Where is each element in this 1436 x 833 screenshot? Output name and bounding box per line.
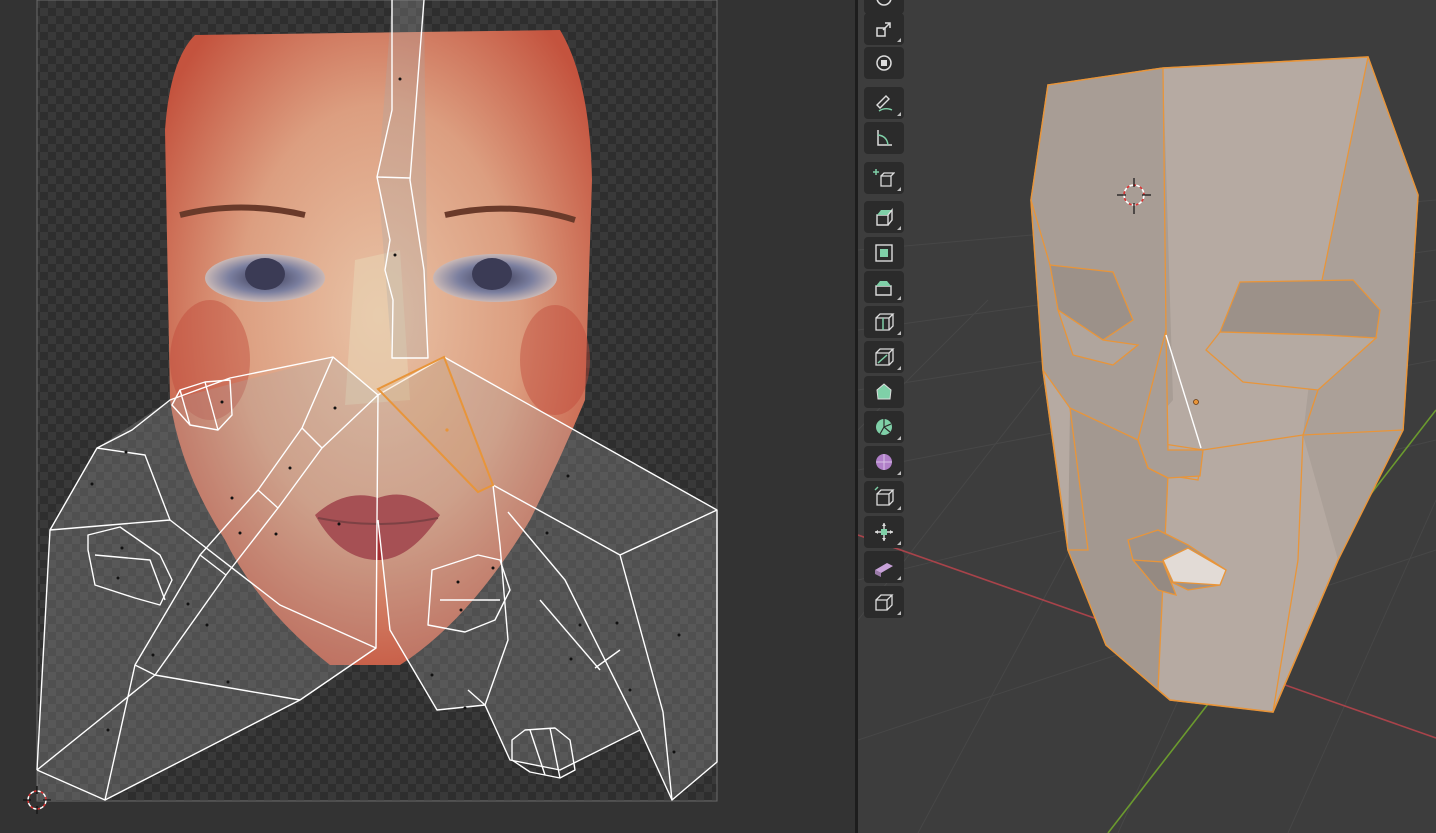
viewport-canvas[interactable] [858, 0, 1436, 833]
scale-tool-button[interactable] [864, 13, 904, 45]
shear-tool-button[interactable] [864, 551, 904, 583]
spin-icon [876, 419, 892, 435]
poly-build-icon [876, 383, 892, 400]
measure-icon [877, 130, 892, 146]
spin-tool-button[interactable] [864, 411, 904, 443]
extrude-region-tool-button[interactable] [864, 201, 904, 233]
bevel-icon [875, 281, 892, 296]
face-center-dot [1193, 399, 1199, 405]
annotate-icon [876, 95, 893, 112]
shear-icon [875, 563, 893, 577]
3d-viewport[interactable] [858, 0, 1436, 833]
scale-icon [876, 22, 891, 37]
inset-faces-icon [875, 244, 893, 262]
transform-tool-button[interactable] [864, 47, 904, 79]
uv-canvas[interactable] [0, 0, 855, 833]
face-mesh[interactable] [1030, 56, 1419, 713]
rip-region-tool-button[interactable] [864, 586, 904, 618]
loop-cut-icon [875, 313, 895, 331]
measure-tool-button[interactable] [864, 122, 904, 154]
shrink-fatten-icon [875, 523, 893, 541]
inset-faces-tool-button[interactable] [864, 237, 904, 269]
edge-slide-tool-button[interactable] [864, 481, 904, 513]
smooth-tool-button[interactable] [864, 446, 904, 478]
rotate-icon [876, 0, 892, 6]
knife-tool-button[interactable] [864, 341, 904, 373]
add-cube-tool-button[interactable] [864, 162, 904, 194]
rotate-tool-button[interactable] [864, 0, 904, 14]
loop-cut-tool-button[interactable] [864, 306, 904, 338]
uv-editor[interactable] [0, 0, 855, 833]
transform-icon [876, 55, 892, 71]
extrude-region-icon [876, 208, 893, 226]
rip-region-icon [875, 594, 894, 611]
shrink-fatten-tool-button[interactable] [864, 516, 904, 548]
bevel-tool-button[interactable] [864, 271, 904, 303]
annotate-tool-button[interactable] [864, 87, 904, 119]
add-cube-icon [873, 169, 895, 187]
uv-face-center-dot [445, 428, 449, 432]
poly-build-tool-button[interactable] [864, 376, 904, 408]
edge-slide-icon [874, 486, 895, 506]
knife-icon [875, 348, 895, 366]
smooth-icon [876, 454, 892, 470]
